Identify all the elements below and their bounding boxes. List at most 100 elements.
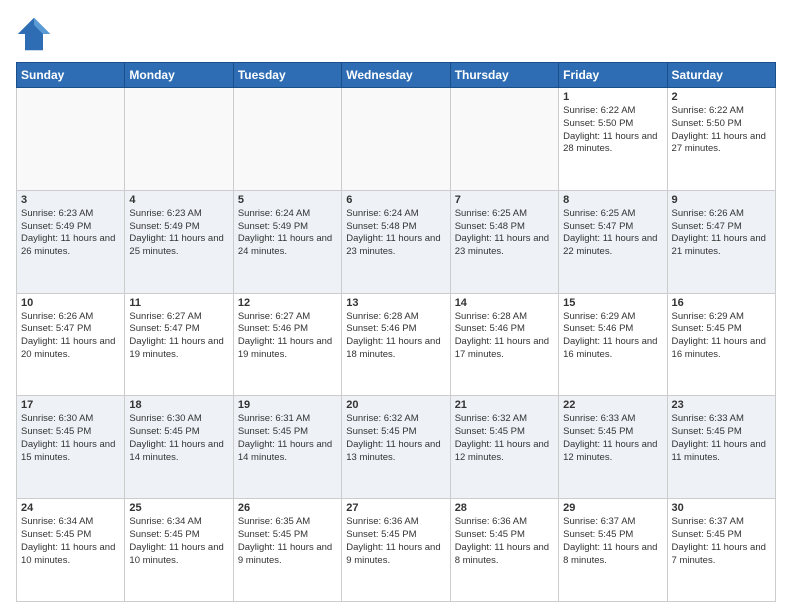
header <box>16 16 776 52</box>
weekday-header-wednesday: Wednesday <box>342 63 450 88</box>
day-cell: 12 Sunrise: 6:27 AM Sunset: 5:46 PM Dayli… <box>233 293 341 396</box>
day-cell: 9 Sunrise: 6:26 AM Sunset: 5:47 PM Daylig… <box>667 190 775 293</box>
day-info: Sunrise: 6:25 AM Sunset: 5:48 PM Dayligh… <box>455 208 554 259</box>
weekday-header-row: SundayMondayTuesdayWednesdayThursdayFrid… <box>17 63 776 88</box>
calendar-table: SundayMondayTuesdayWednesdayThursdayFrid… <box>16 62 776 602</box>
day-number: 19 <box>238 399 337 411</box>
day-number: 20 <box>346 399 445 411</box>
day-number: 11 <box>129 297 228 309</box>
day-number: 3 <box>21 194 120 206</box>
day-number: 7 <box>455 194 554 206</box>
weekday-header-tuesday: Tuesday <box>233 63 341 88</box>
day-cell: 26Sunrise: 6:35 AM Sunset: 5:45 PM Dayli… <box>233 499 341 602</box>
day-info: Sunrise: 6:32 AM Sunset: 5:45 PM Dayligh… <box>346 413 445 464</box>
day-number: 12 <box>238 297 337 309</box>
day-cell: 18Sunrise: 6:30 AM Sunset: 5:45 PM Dayli… <box>125 396 233 499</box>
day-number: 9 <box>672 194 771 206</box>
day-cell: 3 Sunrise: 6:23 AM Sunset: 5:49 PM Daylig… <box>17 190 125 293</box>
day-cell: 1Sunrise: 6:22 AM Sunset: 5:50 PM Daylig… <box>559 88 667 191</box>
weekday-header-saturday: Saturday <box>667 63 775 88</box>
day-info: Sunrise: 6:34 AM Sunset: 5:45 PM Dayligh… <box>129 516 228 567</box>
day-info: Sunrise: 6:24 AM Sunset: 5:49 PM Dayligh… <box>238 208 337 259</box>
day-info: Sunrise: 6:35 AM Sunset: 5:45 PM Dayligh… <box>238 516 337 567</box>
day-cell: 2Sunrise: 6:22 AM Sunset: 5:50 PM Daylig… <box>667 88 775 191</box>
day-number: 16 <box>672 297 771 309</box>
day-info: Sunrise: 6:22 AM Sunset: 5:50 PM Dayligh… <box>672 105 771 156</box>
day-number: 24 <box>21 502 120 514</box>
week-row-2: 3 Sunrise: 6:23 AM Sunset: 5:49 PM Daylig… <box>17 190 776 293</box>
day-info: Sunrise: 6:25 AM Sunset: 5:47 PM Dayligh… <box>563 208 662 259</box>
day-info: Sunrise: 6:26 AM Sunset: 5:47 PM Dayligh… <box>672 208 771 259</box>
day-cell: 28 Sunrise: 6:36 AM Sunset: 5:45 PM Dayli… <box>450 499 558 602</box>
day-number: 14 <box>455 297 554 309</box>
week-row-1: 1Sunrise: 6:22 AM Sunset: 5:50 PM Daylig… <box>17 88 776 191</box>
day-number: 29 <box>563 502 662 514</box>
day-cell: 11 Sunrise: 6:27 AM Sunset: 5:47 PM Dayli… <box>125 293 233 396</box>
day-number: 8 <box>563 194 662 206</box>
day-cell: 24Sunrise: 6:34 AM Sunset: 5:45 PM Dayli… <box>17 499 125 602</box>
day-number: 28 <box>455 502 554 514</box>
day-info: Sunrise: 6:29 AM Sunset: 5:46 PM Dayligh… <box>563 311 662 362</box>
day-info: Sunrise: 6:27 AM Sunset: 5:47 PM Dayligh… <box>129 311 228 362</box>
week-row-5: 24 Sunrise: 6:34 AM Sunset: 5:45 PM Dayli… <box>17 499 776 602</box>
day-info: Sunrise: 6:36 AM Sunset: 5:45 PM Dayligh… <box>455 516 554 567</box>
day-info: Sunrise: 6:37 AM Sunset: 5:45 PM Dayligh… <box>672 516 771 567</box>
day-cell: 20 Sunrise: 6:32 AM Sunset: 5:45 PM Dayli… <box>342 396 450 499</box>
day-cell: 4 Sunrise: 6:23 AM Sunset: 5:49 PM Daylig… <box>125 190 233 293</box>
day-number: 25 <box>129 502 228 514</box>
day-info: Sunrise: 6:26 AM Sunset: 5:47 PM Dayligh… <box>21 311 120 362</box>
week-row-3: 10Sunrise: 6:26 AM Sunset: 5:47 PM Dayli… <box>17 293 776 396</box>
day-cell: 27Sunrise: 6:36 AM Sunset: 5:45 PM Dayli… <box>342 499 450 602</box>
day-info: Sunrise: 6:23 AM Sunset: 5:49 PM Dayligh… <box>21 208 120 259</box>
day-cell: 21 Sunrise: 6:32 AM Sunset: 5:45 PM Dayli… <box>450 396 558 499</box>
day-info: Sunrise: 6:24 AM Sunset: 5:48 PM Dayligh… <box>346 208 445 259</box>
day-number: 22 <box>563 399 662 411</box>
day-info: Sunrise: 6:31 AM Sunset: 5:45 PM Dayligh… <box>238 413 337 464</box>
day-info: Sunrise: 6:33 AM Sunset: 5:45 PM Dayligh… <box>563 413 662 464</box>
day-cell: 14 Sunrise: 6:28 AM Sunset: 5:46 PM Dayli… <box>450 293 558 396</box>
day-cell: 5 Sunrise: 6:24 AM Sunset: 5:49 PM Daylig… <box>233 190 341 293</box>
day-cell: 25 Sunrise: 6:34 AM Sunset: 5:45 PM Dayli… <box>125 499 233 602</box>
day-cell: 22 Sunrise: 6:33 AM Sunset: 5:45 PM Dayli… <box>559 396 667 499</box>
day-number: 4 <box>129 194 228 206</box>
day-info: Sunrise: 6:30 AM Sunset: 5:45 PM Dayligh… <box>21 413 120 464</box>
day-cell: 10Sunrise: 6:26 AM Sunset: 5:47 PM Dayli… <box>17 293 125 396</box>
day-number: 5 <box>238 194 337 206</box>
logo-icon <box>16 16 52 52</box>
day-cell: 13 Sunrise: 6:28 AM Sunset: 5:46 PM Dayli… <box>342 293 450 396</box>
day-info: Sunrise: 6:32 AM Sunset: 5:45 PM Dayligh… <box>455 413 554 464</box>
day-number: 23 <box>672 399 771 411</box>
weekday-header-thursday: Thursday <box>450 63 558 88</box>
day-cell <box>342 88 450 191</box>
day-info: Sunrise: 6:37 AM Sunset: 5:45 PM Dayligh… <box>563 516 662 567</box>
weekday-header-friday: Friday <box>559 63 667 88</box>
day-info: Sunrise: 6:23 AM Sunset: 5:49 PM Dayligh… <box>129 208 228 259</box>
day-cell: 15 Sunrise: 6:29 AM Sunset: 5:46 PM Dayli… <box>559 293 667 396</box>
day-number: 21 <box>455 399 554 411</box>
day-number: 6 <box>346 194 445 206</box>
day-number: 30 <box>672 502 771 514</box>
day-cell <box>450 88 558 191</box>
day-cell: 29 Sunrise: 6:37 AM Sunset: 5:45 PM Dayli… <box>559 499 667 602</box>
day-cell: 23Sunrise: 6:33 AM Sunset: 5:45 PM Dayli… <box>667 396 775 499</box>
day-cell: 6 Sunrise: 6:24 AM Sunset: 5:48 PM Daylig… <box>342 190 450 293</box>
day-info: Sunrise: 6:30 AM Sunset: 5:45 PM Dayligh… <box>129 413 228 464</box>
day-cell <box>17 88 125 191</box>
day-info: Sunrise: 6:28 AM Sunset: 5:46 PM Dayligh… <box>455 311 554 362</box>
day-info: Sunrise: 6:28 AM Sunset: 5:46 PM Dayligh… <box>346 311 445 362</box>
day-number: 13 <box>346 297 445 309</box>
day-number: 15 <box>563 297 662 309</box>
logo <box>16 16 56 52</box>
day-cell: 16Sunrise: 6:29 AM Sunset: 5:45 PM Dayli… <box>667 293 775 396</box>
day-cell: 7 Sunrise: 6:25 AM Sunset: 5:48 PM Daylig… <box>450 190 558 293</box>
day-info: Sunrise: 6:22 AM Sunset: 5:50 PM Dayligh… <box>563 105 662 156</box>
day-info: Sunrise: 6:27 AM Sunset: 5:46 PM Dayligh… <box>238 311 337 362</box>
day-cell: 19 Sunrise: 6:31 AM Sunset: 5:45 PM Dayli… <box>233 396 341 499</box>
week-row-4: 17Sunrise: 6:30 AM Sunset: 5:45 PM Dayli… <box>17 396 776 499</box>
day-cell: 8 Sunrise: 6:25 AM Sunset: 5:47 PM Daylig… <box>559 190 667 293</box>
weekday-header-monday: Monday <box>125 63 233 88</box>
day-cell: 30 Sunrise: 6:37 AM Sunset: 5:45 PM Dayli… <box>667 499 775 602</box>
day-cell: 17Sunrise: 6:30 AM Sunset: 5:45 PM Dayli… <box>17 396 125 499</box>
day-cell <box>233 88 341 191</box>
weekday-header-sunday: Sunday <box>17 63 125 88</box>
